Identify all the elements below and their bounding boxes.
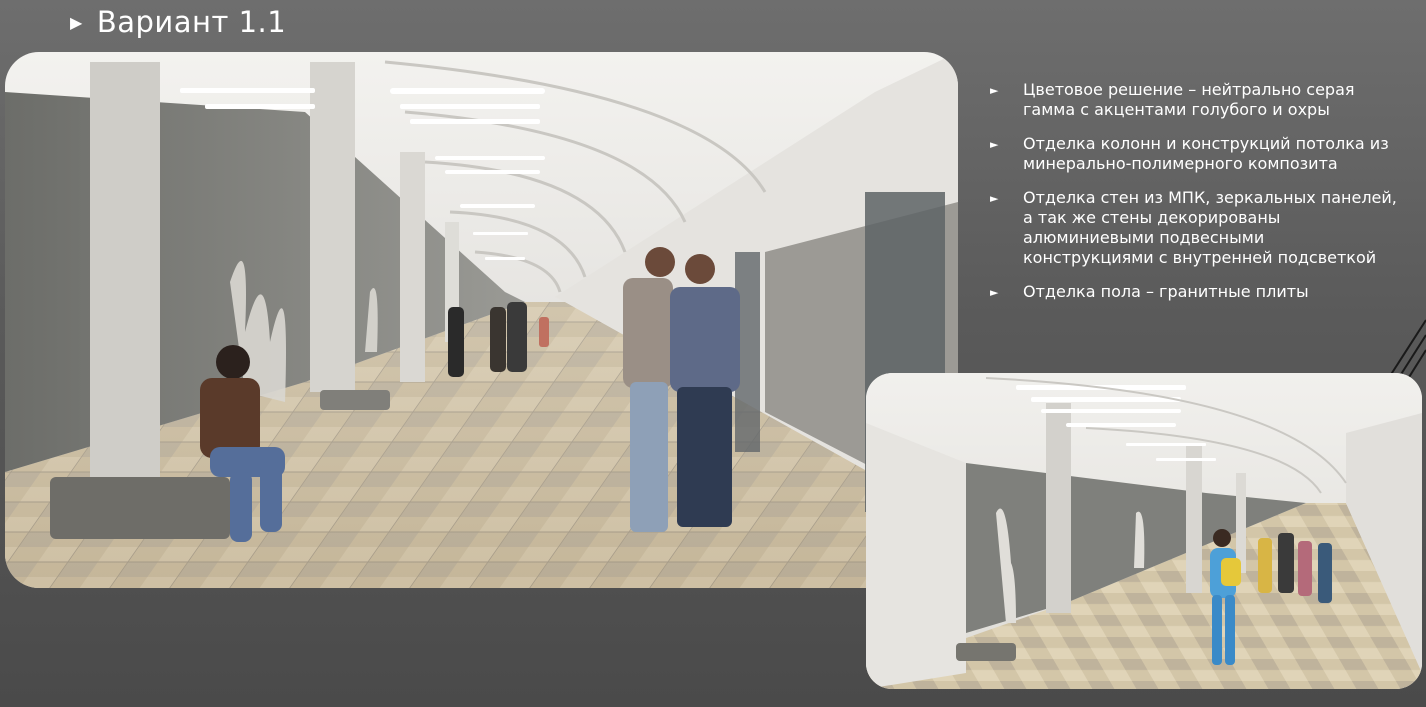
bullet-item: ► Цветовое решение – нейтрально серая га…	[990, 80, 1426, 120]
bullet-text: Отделка стен из МПК, зеркальных панелей,…	[1023, 188, 1397, 267]
bullet-text: Цветовое решение – нейтрально серая гамм…	[1023, 80, 1355, 119]
bullet-icon: ►	[990, 138, 999, 151]
title-bullet-icon: ▶	[70, 12, 83, 32]
bullet-icon: ►	[990, 192, 999, 205]
bullet-icon: ►	[990, 286, 999, 299]
bullet-text: Отделка пола – гранитные плиты	[1023, 282, 1309, 301]
bullet-icon: ►	[990, 84, 999, 97]
bullet-item: ► Отделка стен из МПК, зеркальных панеле…	[990, 188, 1426, 268]
bullet-item: ► Отделка пола – гранитные плиты	[990, 282, 1426, 303]
bullet-item: ► Отделка колонн и конструкций потолка и…	[990, 134, 1426, 174]
station-render-main-image	[5, 52, 958, 588]
slide-title-text: Вариант 1.1	[96, 5, 287, 39]
slide-title: ▶ Вариант 1.1	[70, 2, 286, 42]
station-render-secondary-image	[866, 373, 1422, 689]
bullet-text: Отделка колонн и конструкций потолка из …	[1023, 134, 1389, 173]
station-render-main	[5, 52, 958, 588]
station-render-secondary	[866, 373, 1422, 689]
bullet-list: ► Цветовое решение – нейтрально серая га…	[990, 80, 1426, 317]
